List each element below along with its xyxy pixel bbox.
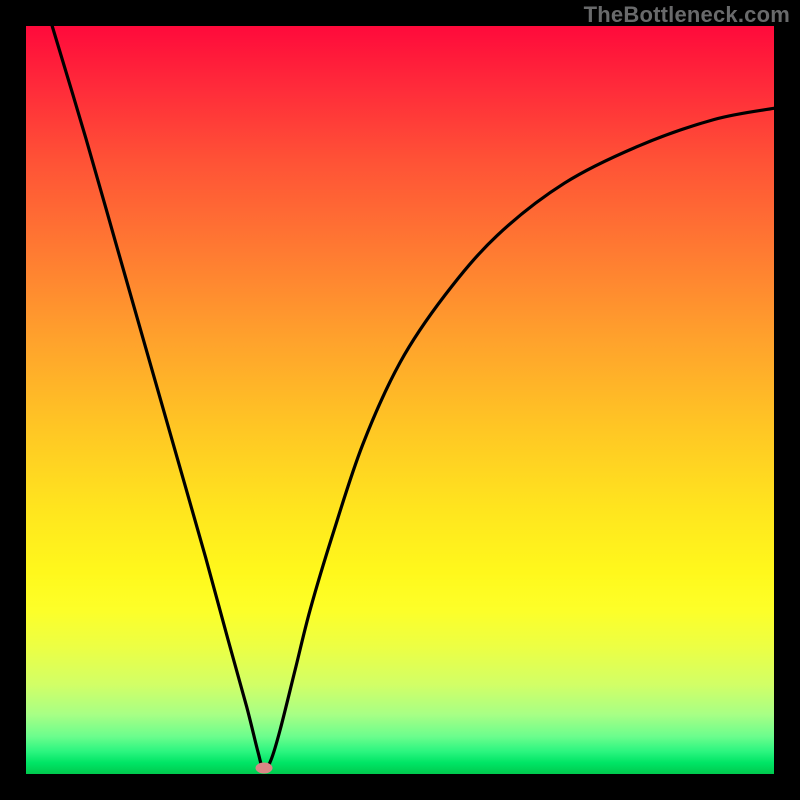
- optimum-marker: [255, 763, 272, 774]
- plot-area: [26, 26, 774, 774]
- watermark-text: TheBottleneck.com: [584, 2, 790, 28]
- bottleneck-curve: [26, 26, 774, 774]
- curve-path: [52, 26, 774, 770]
- chart-frame: TheBottleneck.com: [0, 0, 800, 800]
